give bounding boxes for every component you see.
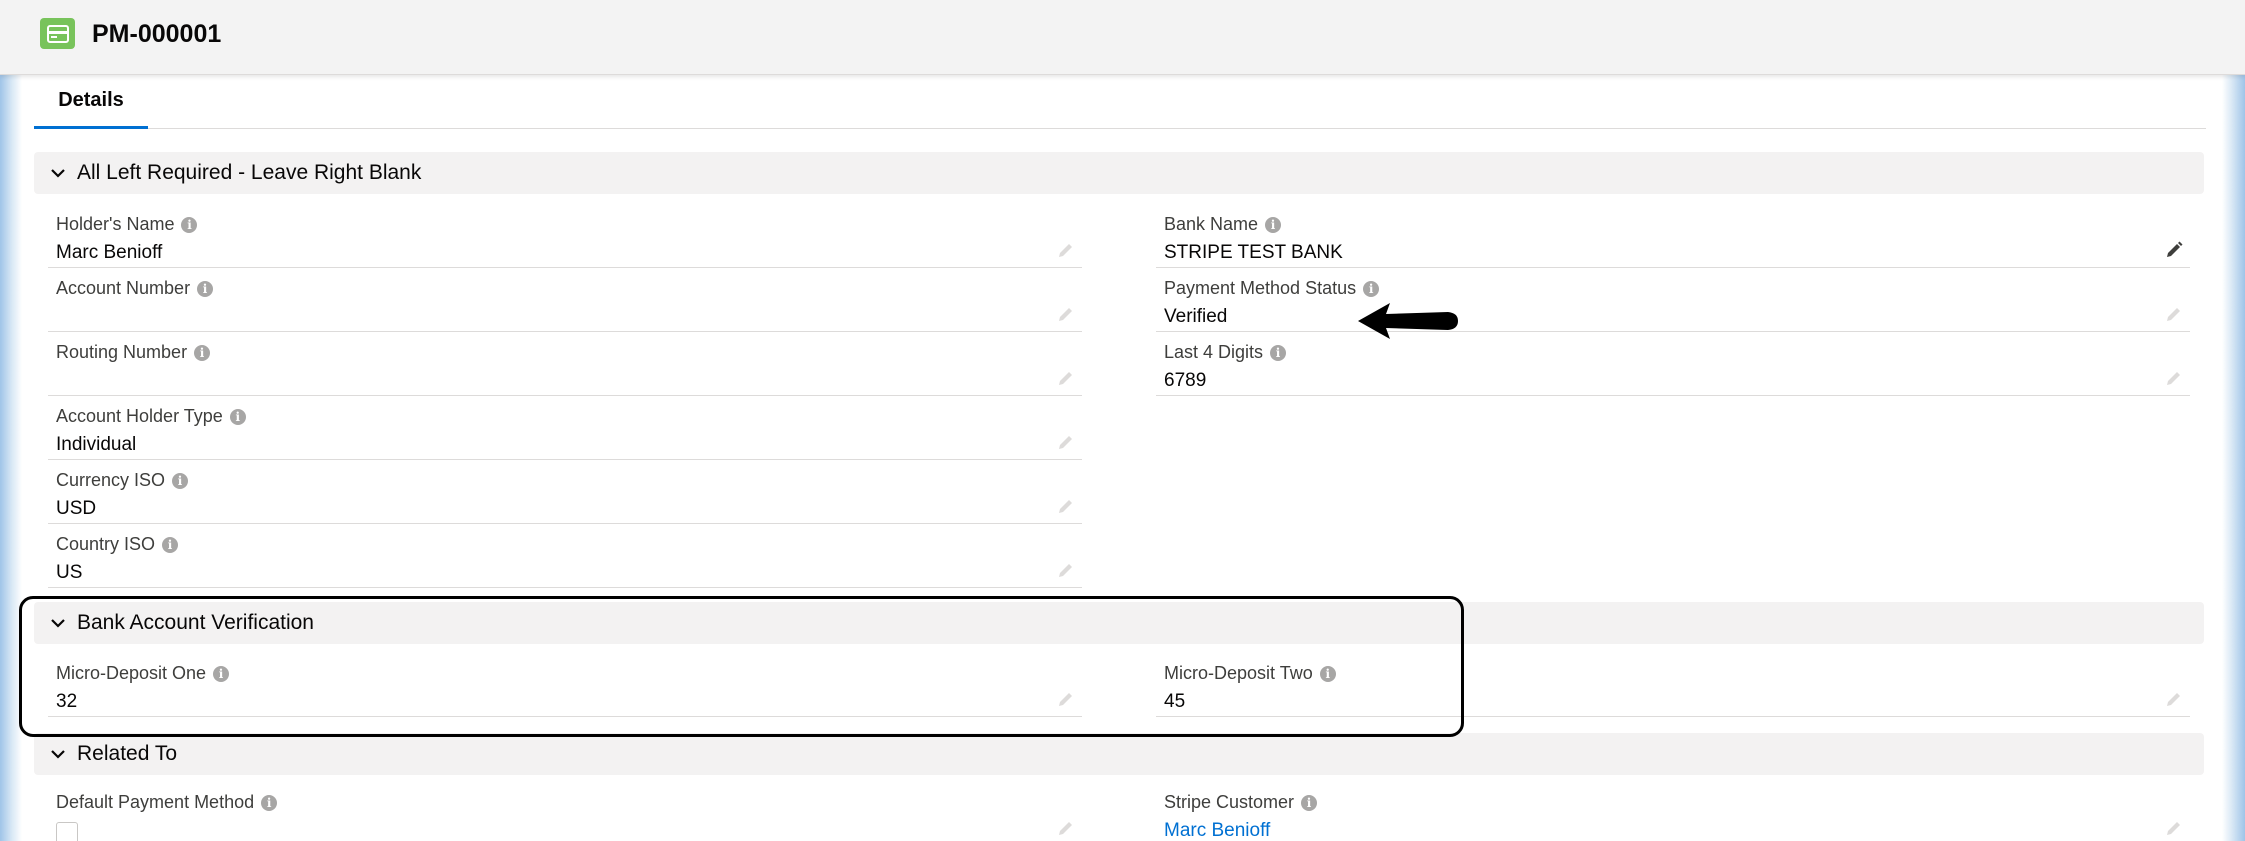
field-last-4-digits: Last 4 Digits i 6789 — [1156, 332, 2190, 396]
info-icon[interactable]: i — [1301, 794, 1318, 811]
field-country-iso: Country ISO i US — [48, 524, 1082, 588]
field-stripe-customer: Stripe Customer i Marc Benioff — [1156, 782, 2190, 841]
field-micro-deposit-two: Micro-Deposit Two i 45 — [1156, 653, 2190, 717]
info-icon[interactable]: i — [213, 665, 230, 682]
field-label: Micro-Deposit One — [56, 663, 207, 683]
edit-pencil-icon[interactable] — [1056, 304, 1076, 324]
field-default-payment-method: Default Payment Method i — [48, 782, 1082, 841]
record-title: PM-000001 — [92, 20, 222, 48]
field-label: Last 4 Digits — [1164, 342, 1264, 362]
field-label: Holder's Name — [56, 214, 175, 234]
info-icon[interactable]: i — [181, 216, 198, 233]
edit-pencil-icon[interactable] — [1056, 368, 1076, 388]
info-icon[interactable]: i — [1265, 216, 1282, 233]
field-label: Stripe Customer — [1164, 792, 1295, 812]
field-value: 6789 — [1164, 370, 1207, 391]
field-value: USD — [56, 498, 97, 519]
chevron-down-icon — [51, 750, 65, 759]
chevron-down-icon — [51, 619, 65, 628]
field-label: Default Payment Method — [56, 792, 255, 812]
payment-card-icon — [40, 18, 75, 49]
info-icon[interactable]: i — [1319, 665, 1336, 682]
section-header-related[interactable]: Related To — [34, 733, 2204, 775]
record-detail-card: Details All Left Required - Leave Right … — [22, 75, 2222, 841]
edit-pencil-icon[interactable] — [1056, 240, 1076, 260]
edit-pencil-icon[interactable] — [1056, 496, 1076, 516]
field-label: Bank Name — [1164, 214, 1259, 234]
field-holders-name: Holder's Name i Marc Benioff — [48, 204, 1082, 268]
field-routing-number: Routing Number i — [48, 332, 1082, 396]
field-value: Verified — [1164, 306, 1228, 327]
field-value: Marc Benioff — [56, 242, 163, 263]
info-icon[interactable]: i — [172, 472, 189, 489]
section-title: All Left Required - Leave Right Blank — [77, 161, 422, 184]
field-label: Account Holder Type — [56, 406, 223, 426]
edit-pencil-icon[interactable] — [2164, 818, 2184, 838]
edit-pencil-icon[interactable] — [2164, 240, 2184, 260]
edit-pencil-icon[interactable] — [2164, 304, 2184, 324]
field-label: Currency ISO — [56, 470, 166, 490]
section-header-verification[interactable]: Bank Account Verification — [34, 602, 2204, 644]
info-icon[interactable]: i — [261, 794, 278, 811]
record-header: PM-000001 — [0, 0, 2245, 75]
field-value: Individual — [56, 434, 137, 455]
info-icon[interactable]: i — [197, 280, 214, 297]
field-label: Payment Method Status — [1164, 278, 1357, 298]
section-header-required[interactable]: All Left Required - Leave Right Blank — [34, 152, 2204, 194]
info-icon[interactable]: i — [1270, 344, 1287, 361]
info-icon[interactable]: i — [229, 408, 246, 425]
field-label: Routing Number — [56, 342, 188, 362]
edit-pencil-icon[interactable] — [1056, 818, 1076, 838]
field-value: US — [56, 562, 83, 583]
field-label: Micro-Deposit Two — [1164, 663, 1313, 683]
field-account-holder-type: Account Holder Type i Individual — [48, 396, 1082, 460]
tab-details[interactable]: Details — [34, 75, 148, 129]
field-value: 32 — [56, 691, 78, 712]
field-account-number: Account Number i — [48, 268, 1082, 332]
info-icon[interactable]: i — [194, 344, 211, 361]
field-label: Country ISO — [56, 534, 156, 554]
field-value: STRIPE TEST BANK — [1164, 242, 1343, 263]
field-payment-method-status: Payment Method Status i Verified — [1156, 268, 2190, 332]
edit-pencil-icon[interactable] — [1056, 689, 1076, 709]
section-title: Related To — [77, 742, 178, 765]
edit-pencil-icon[interactable] — [2164, 368, 2184, 388]
chevron-down-icon — [51, 169, 65, 178]
edit-pencil-icon[interactable] — [1056, 432, 1076, 452]
info-icon[interactable]: i — [1363, 280, 1380, 297]
field-currency-iso: Currency ISO i USD — [48, 460, 1082, 524]
field-label: Account Number — [56, 278, 191, 298]
tab-bar: Details — [34, 75, 2206, 129]
annotation-arrow-icon — [1358, 303, 1458, 339]
field-value: 45 — [1164, 691, 1186, 712]
field-bank-name: Bank Name i STRIPE TEST BANK — [1156, 204, 2190, 268]
stripe-customer-link[interactable]: Marc Benioff — [1164, 820, 1270, 841]
default-payment-method-checkbox[interactable] — [56, 822, 78, 841]
field-micro-deposit-one: Micro-Deposit One i 32 — [48, 653, 1082, 717]
info-icon[interactable]: i — [162, 536, 179, 553]
section-title: Bank Account Verification — [77, 611, 314, 634]
edit-pencil-icon[interactable] — [1056, 560, 1076, 580]
edit-pencil-icon[interactable] — [2164, 689, 2184, 709]
